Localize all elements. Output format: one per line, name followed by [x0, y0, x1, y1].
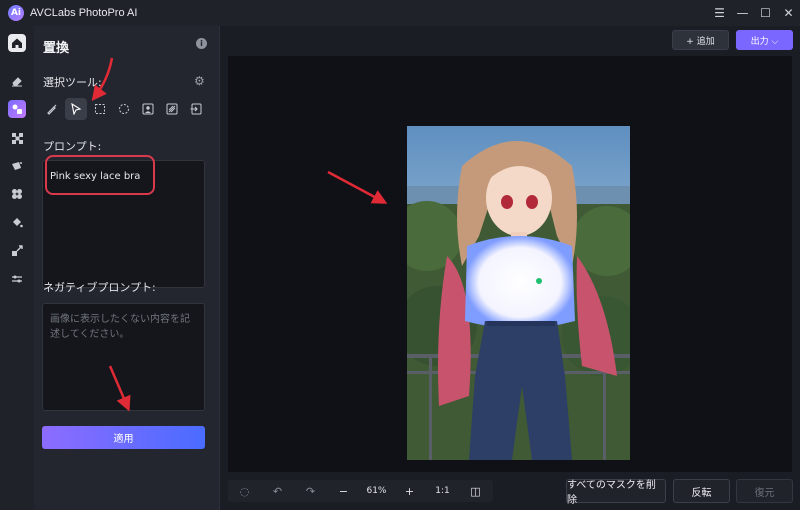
tool-panel: 置換 i 選択ツール: ⚙ プロンプト: Pink sexy lace bra …: [34, 26, 220, 510]
sidebar-rail: [0, 26, 34, 510]
info-icon[interactable]: i: [196, 38, 207, 49]
resize-icon[interactable]: [8, 242, 26, 260]
panel-title: 置換: [43, 41, 70, 56]
remove-all-masks-button[interactable]: すべてのマスクを削除: [566, 479, 666, 506]
brush-tool-icon[interactable]: [41, 98, 63, 120]
close-icon[interactable]: ✕: [777, 0, 800, 26]
image-canvas[interactable]: [228, 56, 792, 472]
pointer-tool-icon[interactable]: [65, 98, 87, 120]
paint-icon[interactable]: [8, 157, 26, 175]
minimize-icon[interactable]: —: [731, 0, 754, 26]
edited-photo[interactable]: [407, 126, 630, 460]
prompt-label: プロンプト:: [43, 140, 102, 153]
negative-prompt-input[interactable]: 画像に表示したくない内容を記述してください。: [42, 303, 205, 411]
eraser-icon[interactable]: [8, 72, 26, 90]
undo-icon[interactable]: ↶: [261, 480, 294, 502]
selection-tools: [41, 98, 207, 120]
menu-icon[interactable]: ☰: [708, 0, 731, 26]
zoom-level: 61%: [366, 486, 387, 496]
maximize-icon[interactable]: ☐: [754, 0, 777, 26]
reset-view-icon[interactable]: ◌: [228, 480, 261, 502]
zoom-out-button[interactable]: −: [327, 480, 360, 502]
home-icon[interactable]: [8, 34, 26, 52]
import-mask-icon[interactable]: [185, 98, 207, 120]
annotation-highlight-box: [45, 155, 155, 195]
grid-icon[interactable]: [8, 129, 26, 147]
rect-select-icon[interactable]: [89, 98, 111, 120]
apply-button[interactable]: 適用: [42, 426, 205, 449]
actual-size-button[interactable]: 1:1: [426, 480, 459, 502]
window-controls: ☰ — ☐ ✕: [708, 0, 800, 26]
workspace: + 追加 出力 ⌵ ◌ ↶ ↷ − 61% + 1:1 ◫ すべてのマスクを削除…: [220, 26, 800, 510]
invert-button[interactable]: 反転: [673, 479, 730, 503]
app-title: AVCLabs PhotoPro AI: [30, 7, 138, 19]
selection-tool-label: 選択ツール:: [43, 76, 102, 89]
zoom-bar: ◌ ↶ ↷ − 61% + 1:1 ◫: [228, 480, 493, 502]
title-bar: Ai AVCLabs PhotoPro AI ☰ — ☐ ✕: [0, 0, 800, 26]
restore-button[interactable]: 復元: [736, 479, 793, 503]
replace-icon[interactable]: [8, 100, 26, 118]
zoom-in-button[interactable]: +: [393, 480, 426, 502]
bottom-toolbar: ◌ ↶ ↷ − 61% + 1:1 ◫ すべてのマスクを削除 反転 復元: [220, 476, 800, 510]
compare-icon[interactable]: ◫: [459, 480, 492, 502]
sliders-icon[interactable]: [8, 270, 26, 288]
export-button[interactable]: 出力 ⌵: [736, 30, 793, 50]
fan-icon[interactable]: [8, 185, 26, 203]
bucket-icon[interactable]: [8, 214, 26, 232]
object-select-icon[interactable]: [161, 98, 183, 120]
negative-prompt-label: ネガティブプロンプト:: [43, 281, 156, 294]
app-logo: Ai: [8, 5, 24, 21]
gear-icon[interactable]: ⚙: [194, 74, 205, 88]
add-button[interactable]: + 追加: [672, 30, 729, 50]
redo-icon[interactable]: ↷: [294, 480, 327, 502]
ellipse-select-icon[interactable]: [113, 98, 135, 120]
portrait-select-icon[interactable]: [137, 98, 159, 120]
